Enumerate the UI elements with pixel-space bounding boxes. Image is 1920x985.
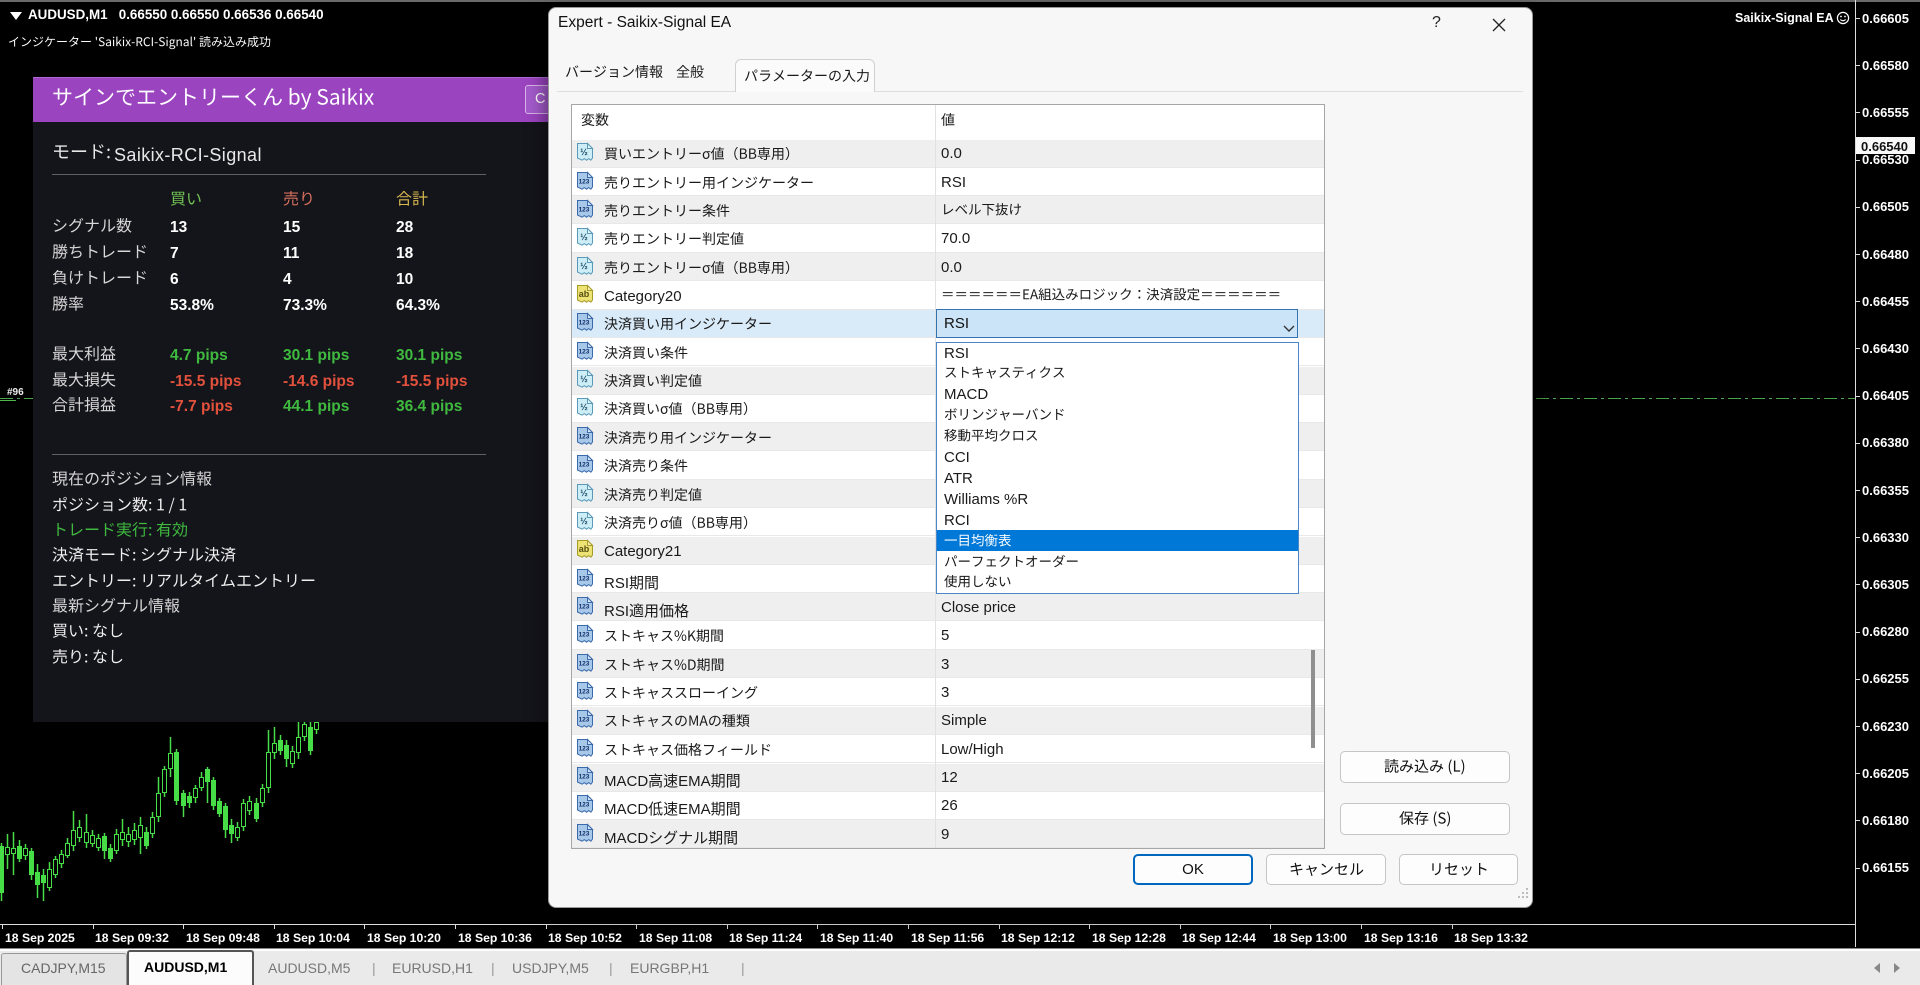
svg-text:123: 123 — [579, 802, 590, 809]
svg-text:123: 123 — [579, 717, 590, 724]
svg-text:123: 123 — [579, 349, 590, 356]
svg-text:123: 123 — [579, 661, 590, 668]
svg-text:123: 123 — [579, 831, 590, 838]
svg-text:ab: ab — [579, 289, 590, 299]
svg-text:123: 123 — [579, 207, 590, 214]
svg-text:123: 123 — [579, 746, 590, 753]
svg-text:123: 123 — [579, 179, 590, 186]
svg-text:123: 123 — [579, 434, 590, 441]
svg-text:½: ½ — [580, 402, 588, 412]
svg-text:123: 123 — [579, 689, 590, 696]
svg-text:123: 123 — [579, 632, 590, 639]
svg-text:123: 123 — [579, 320, 590, 327]
svg-text:123: 123 — [579, 604, 590, 611]
svg-text:123: 123 — [579, 576, 590, 583]
svg-text:½: ½ — [580, 147, 588, 157]
svg-text:123: 123 — [579, 774, 590, 781]
svg-text:½: ½ — [580, 374, 588, 384]
svg-text:½: ½ — [580, 261, 588, 271]
svg-text:ab: ab — [579, 544, 590, 554]
svg-text:½: ½ — [580, 232, 588, 242]
svg-text:½: ½ — [580, 516, 588, 526]
svg-text:123: 123 — [579, 462, 590, 469]
svg-text:½: ½ — [580, 488, 588, 498]
